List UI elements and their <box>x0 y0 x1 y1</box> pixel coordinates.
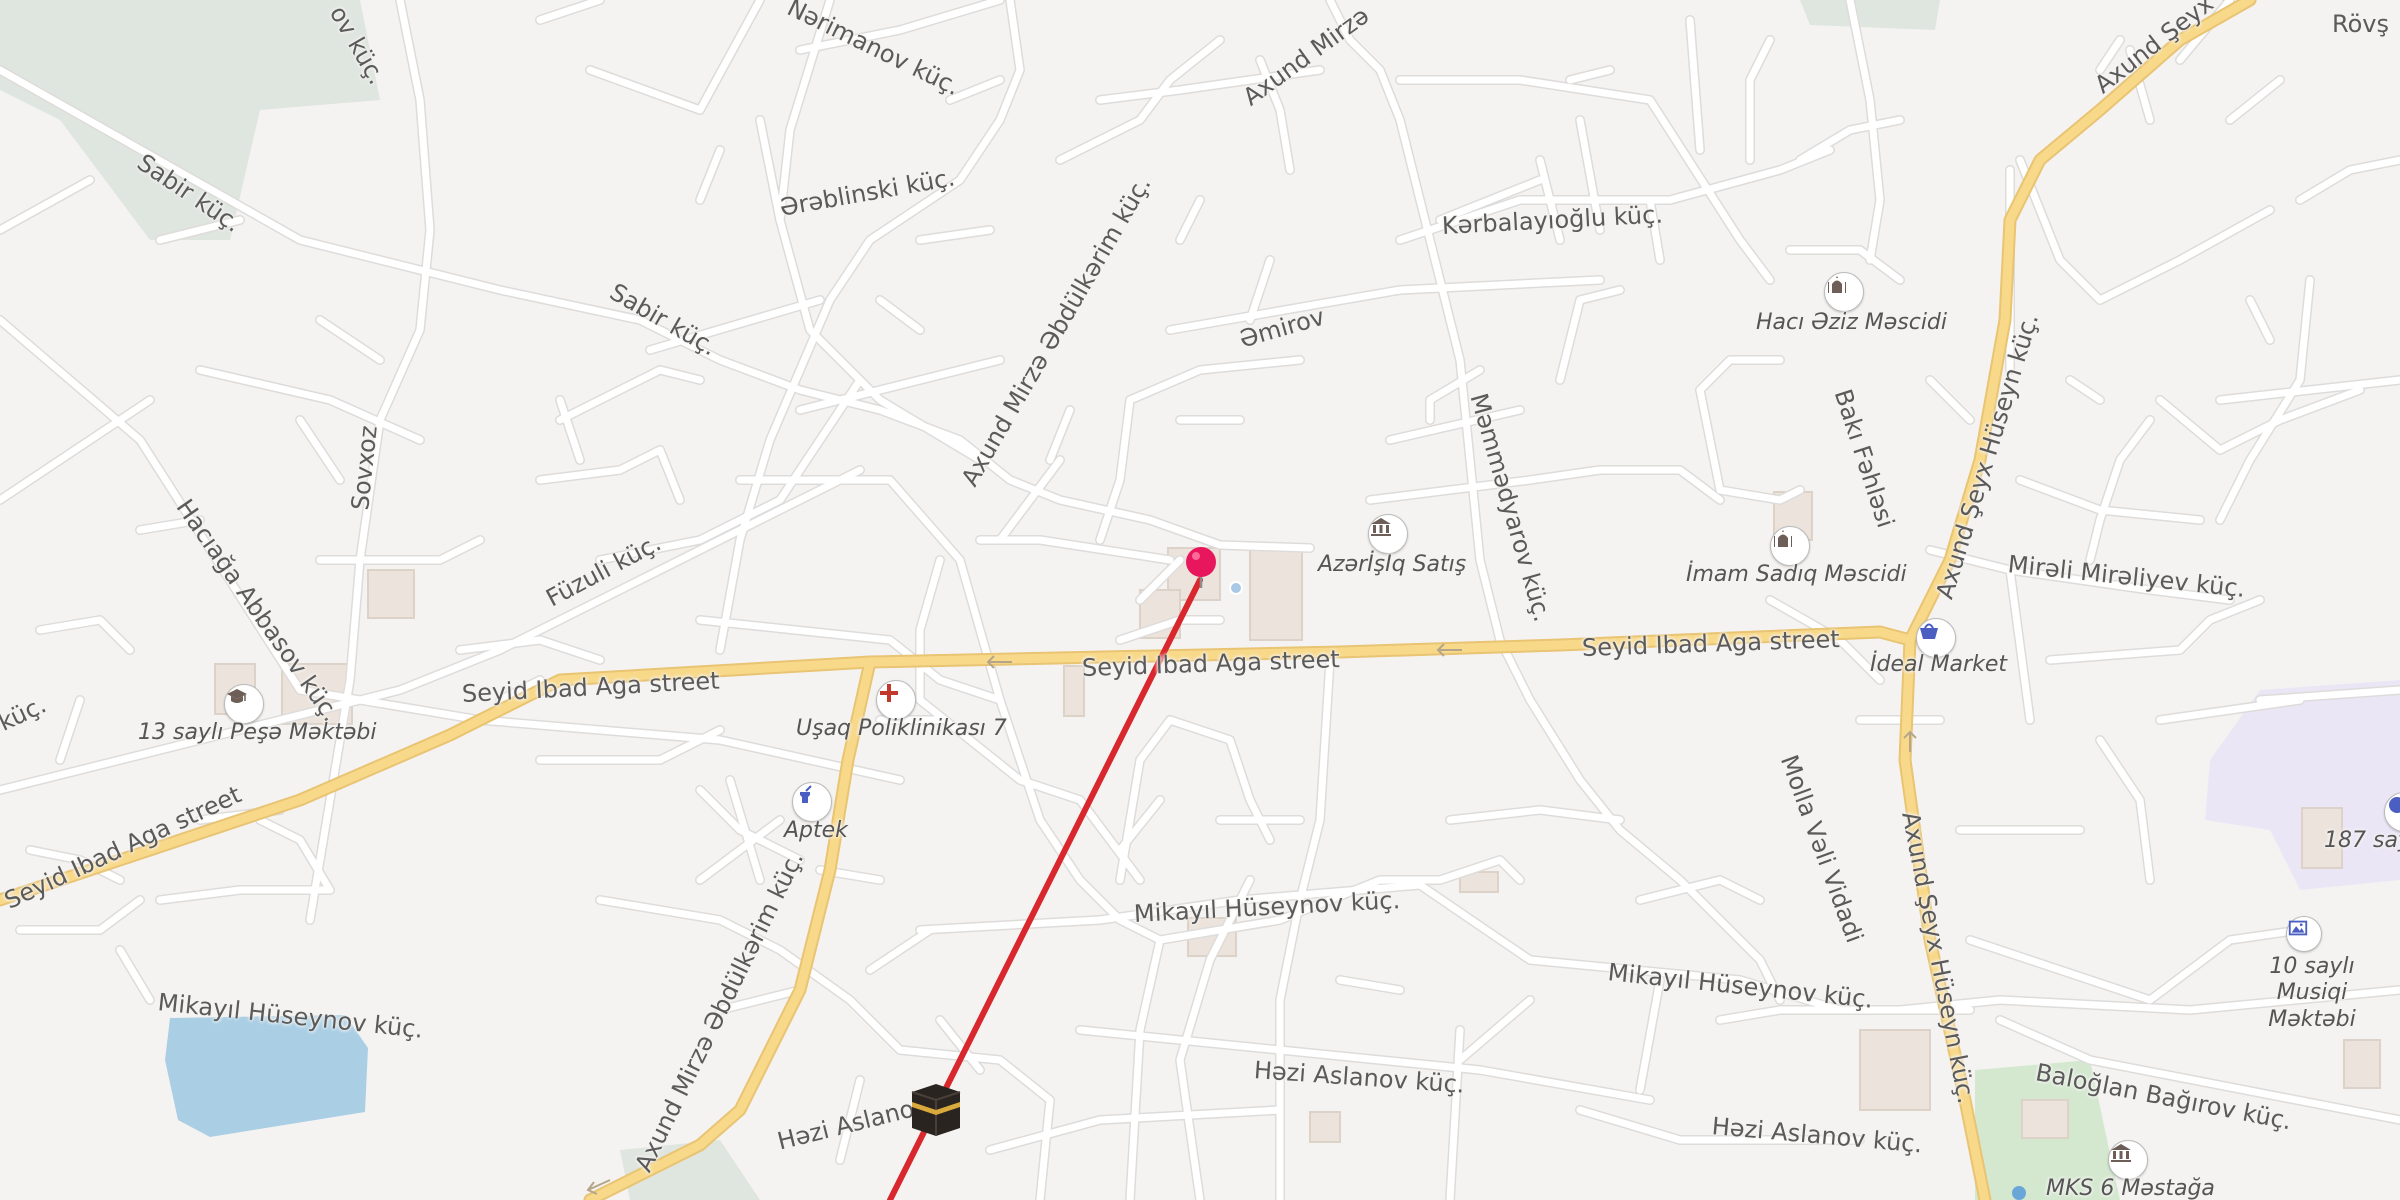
pharmacy-icon <box>800 785 812 803</box>
location-pin-icon <box>1186 547 1216 588</box>
poi-13-sayli-pese-mektebi[interactable] <box>224 684 264 724</box>
poi-10-sayli-musiqi[interactable] <box>2286 916 2322 952</box>
poi-label-usaq-poliklinikasi: Uşaq Poliklinikası 7 <box>796 716 1007 741</box>
shopping-basket-icon <box>1920 623 1938 639</box>
graduation-cap-icon <box>227 689 247 703</box>
mosque-icon <box>1774 530 1792 547</box>
poi-azerisiq-satis[interactable] <box>1368 514 1408 554</box>
building <box>1063 665 1085 717</box>
mosque-icon <box>1828 276 1846 293</box>
building <box>367 569 415 619</box>
poi-imam-sadiq-mosque[interactable] <box>1770 526 1810 566</box>
map-canvas[interactable]: Nərimanov küç. Axund Mirzə Ərəblinski kü… <box>0 0 2400 1200</box>
building <box>1859 1029 1931 1111</box>
poi-label-imam-sadiq: İmam Sadıq Məscidi <box>1686 562 1907 587</box>
building <box>1309 1111 1341 1143</box>
qibla-marker[interactable] <box>908 1080 964 1140</box>
poi-aptek[interactable] <box>792 782 832 822</box>
current-location-dot <box>1229 581 1243 595</box>
poi-label-musiqi-text: 10 saylı Musiqi Məktəbi <box>2268 954 2356 1032</box>
poi-label-aptek: Aptek <box>784 818 848 843</box>
poi-usaq-poliklinikasi[interactable] <box>876 680 916 720</box>
poi-label-haci-aziz: Hacı Əziz Məscidi <box>1756 310 1948 335</box>
park-area-n <box>1800 0 1940 30</box>
medical-cross-icon <box>880 684 898 702</box>
poi-label-azerisiq: AzərİşIq Satış <box>1318 552 1467 577</box>
location-pin[interactable] <box>1180 544 1222 590</box>
school-icon <box>2389 797 2400 813</box>
poi-label-ideal-market: İdeal Market <box>1870 652 2007 677</box>
poi-label-13-sayli: 13 saylı Peşə Məktəbi <box>138 720 377 745</box>
poi-label-187: 187 say <box>2324 828 2400 853</box>
building <box>1249 547 1303 641</box>
poi-haci-aziz-mosque[interactable] <box>1824 272 1864 312</box>
building <box>2343 1039 2381 1089</box>
government-building-icon <box>1371 518 1391 536</box>
poi-label-mks: MKS 6 Məstağa <box>2046 1176 2215 1200</box>
poi-label-musiqi: 10 saylı Musiqi Məktəbi <box>2232 954 2392 1033</box>
kaaba-icon <box>911 1084 961 1136</box>
government-building-icon <box>2111 1144 2131 1162</box>
street-label-rovs: Rövş <box>2332 10 2389 38</box>
building <box>2021 1099 2069 1139</box>
art-gallery-icon <box>2288 920 2308 936</box>
blue-dot-icon <box>2012 1186 2026 1200</box>
poi-mks-6-mastaga[interactable] <box>2108 1140 2148 1180</box>
